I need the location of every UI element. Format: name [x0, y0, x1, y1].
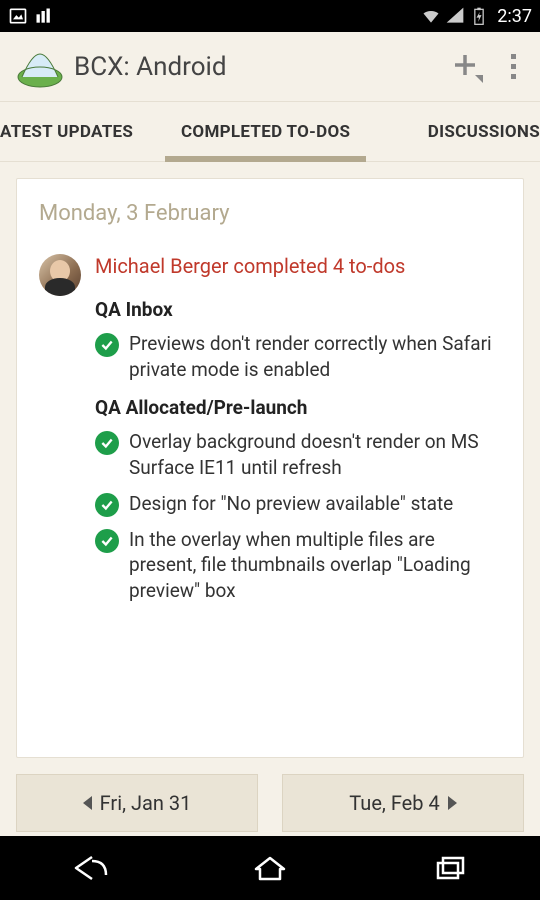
chevron-left-icon	[83, 796, 92, 810]
tab-label: COMPLETED TO-DOS	[181, 122, 350, 142]
avatar[interactable]	[39, 254, 81, 296]
signal-icon	[445, 6, 465, 26]
back-button[interactable]	[60, 848, 120, 888]
next-date-label: Tue, Feb 4	[349, 791, 439, 815]
todo-text: In the overlay when multiple files are p…	[129, 527, 501, 604]
activity-summary: Michael Berger completed 4 to-dos	[95, 254, 501, 278]
todo-item[interactable]: Overlay background doesn't render on MS …	[95, 429, 501, 480]
tab-bar: ATEST UPDATES COMPLETED TO-DOS DISCUSSIO…	[0, 102, 540, 162]
activity-entry: Michael Berger completed 4 to-dos QA Inb…	[39, 254, 501, 613]
page-title: BCX: Android	[74, 52, 451, 82]
basecamp-logo-icon[interactable]	[12, 39, 68, 95]
todo-group-title: QA Allocated/Pre-launch	[95, 396, 501, 419]
todo-text: Previews don't render correctly when Saf…	[129, 331, 501, 382]
todo-group-title: QA Inbox	[95, 298, 501, 321]
android-status-bar: 2:37	[0, 0, 540, 32]
next-date-button[interactable]: Tue, Feb 4	[282, 774, 524, 832]
check-icon	[95, 333, 119, 357]
tab-discussions[interactable]: DISCUSSIONS	[412, 102, 540, 161]
completed-card: Monday, 3 February Michael Berger comple…	[16, 178, 524, 758]
overflow-menu-button[interactable]	[507, 50, 520, 83]
todo-text: Design for "No preview available" state	[129, 491, 453, 517]
check-icon	[95, 493, 119, 517]
android-nav-bar	[0, 836, 540, 900]
picture-icon	[8, 6, 28, 26]
chevron-right-icon	[448, 796, 457, 810]
check-icon	[95, 431, 119, 455]
home-button[interactable]	[240, 848, 300, 888]
tab-label: ATEST UPDATES	[0, 122, 133, 142]
date-navigation: Fri, Jan 31 Tue, Feb 4	[16, 774, 524, 832]
battery-icon	[469, 6, 489, 26]
wifi-icon	[421, 6, 441, 26]
check-icon	[95, 529, 119, 553]
date-heading: Monday, 3 February	[39, 201, 501, 226]
tab-completed-todos[interactable]: COMPLETED TO-DOS	[165, 102, 366, 162]
todo-item[interactable]: Design for "No preview available" state	[95, 491, 501, 517]
status-time: 2:37	[497, 6, 532, 27]
todo-text: Overlay background doesn't render on MS …	[129, 429, 501, 480]
recents-button[interactable]	[420, 848, 480, 888]
todo-item[interactable]: In the overlay when multiple files are p…	[95, 527, 501, 604]
todo-item[interactable]: Previews don't render correctly when Saf…	[95, 331, 501, 382]
add-button[interactable]	[451, 51, 483, 83]
prev-date-button[interactable]: Fri, Jan 31	[16, 774, 258, 832]
tab-label: DISCUSSIONS	[428, 122, 540, 142]
tab-latest-updates[interactable]: ATEST UPDATES	[0, 102, 165, 161]
bars-icon	[34, 6, 54, 26]
app-bar: BCX: Android	[0, 32, 540, 102]
prev-date-label: Fri, Jan 31	[100, 791, 192, 815]
